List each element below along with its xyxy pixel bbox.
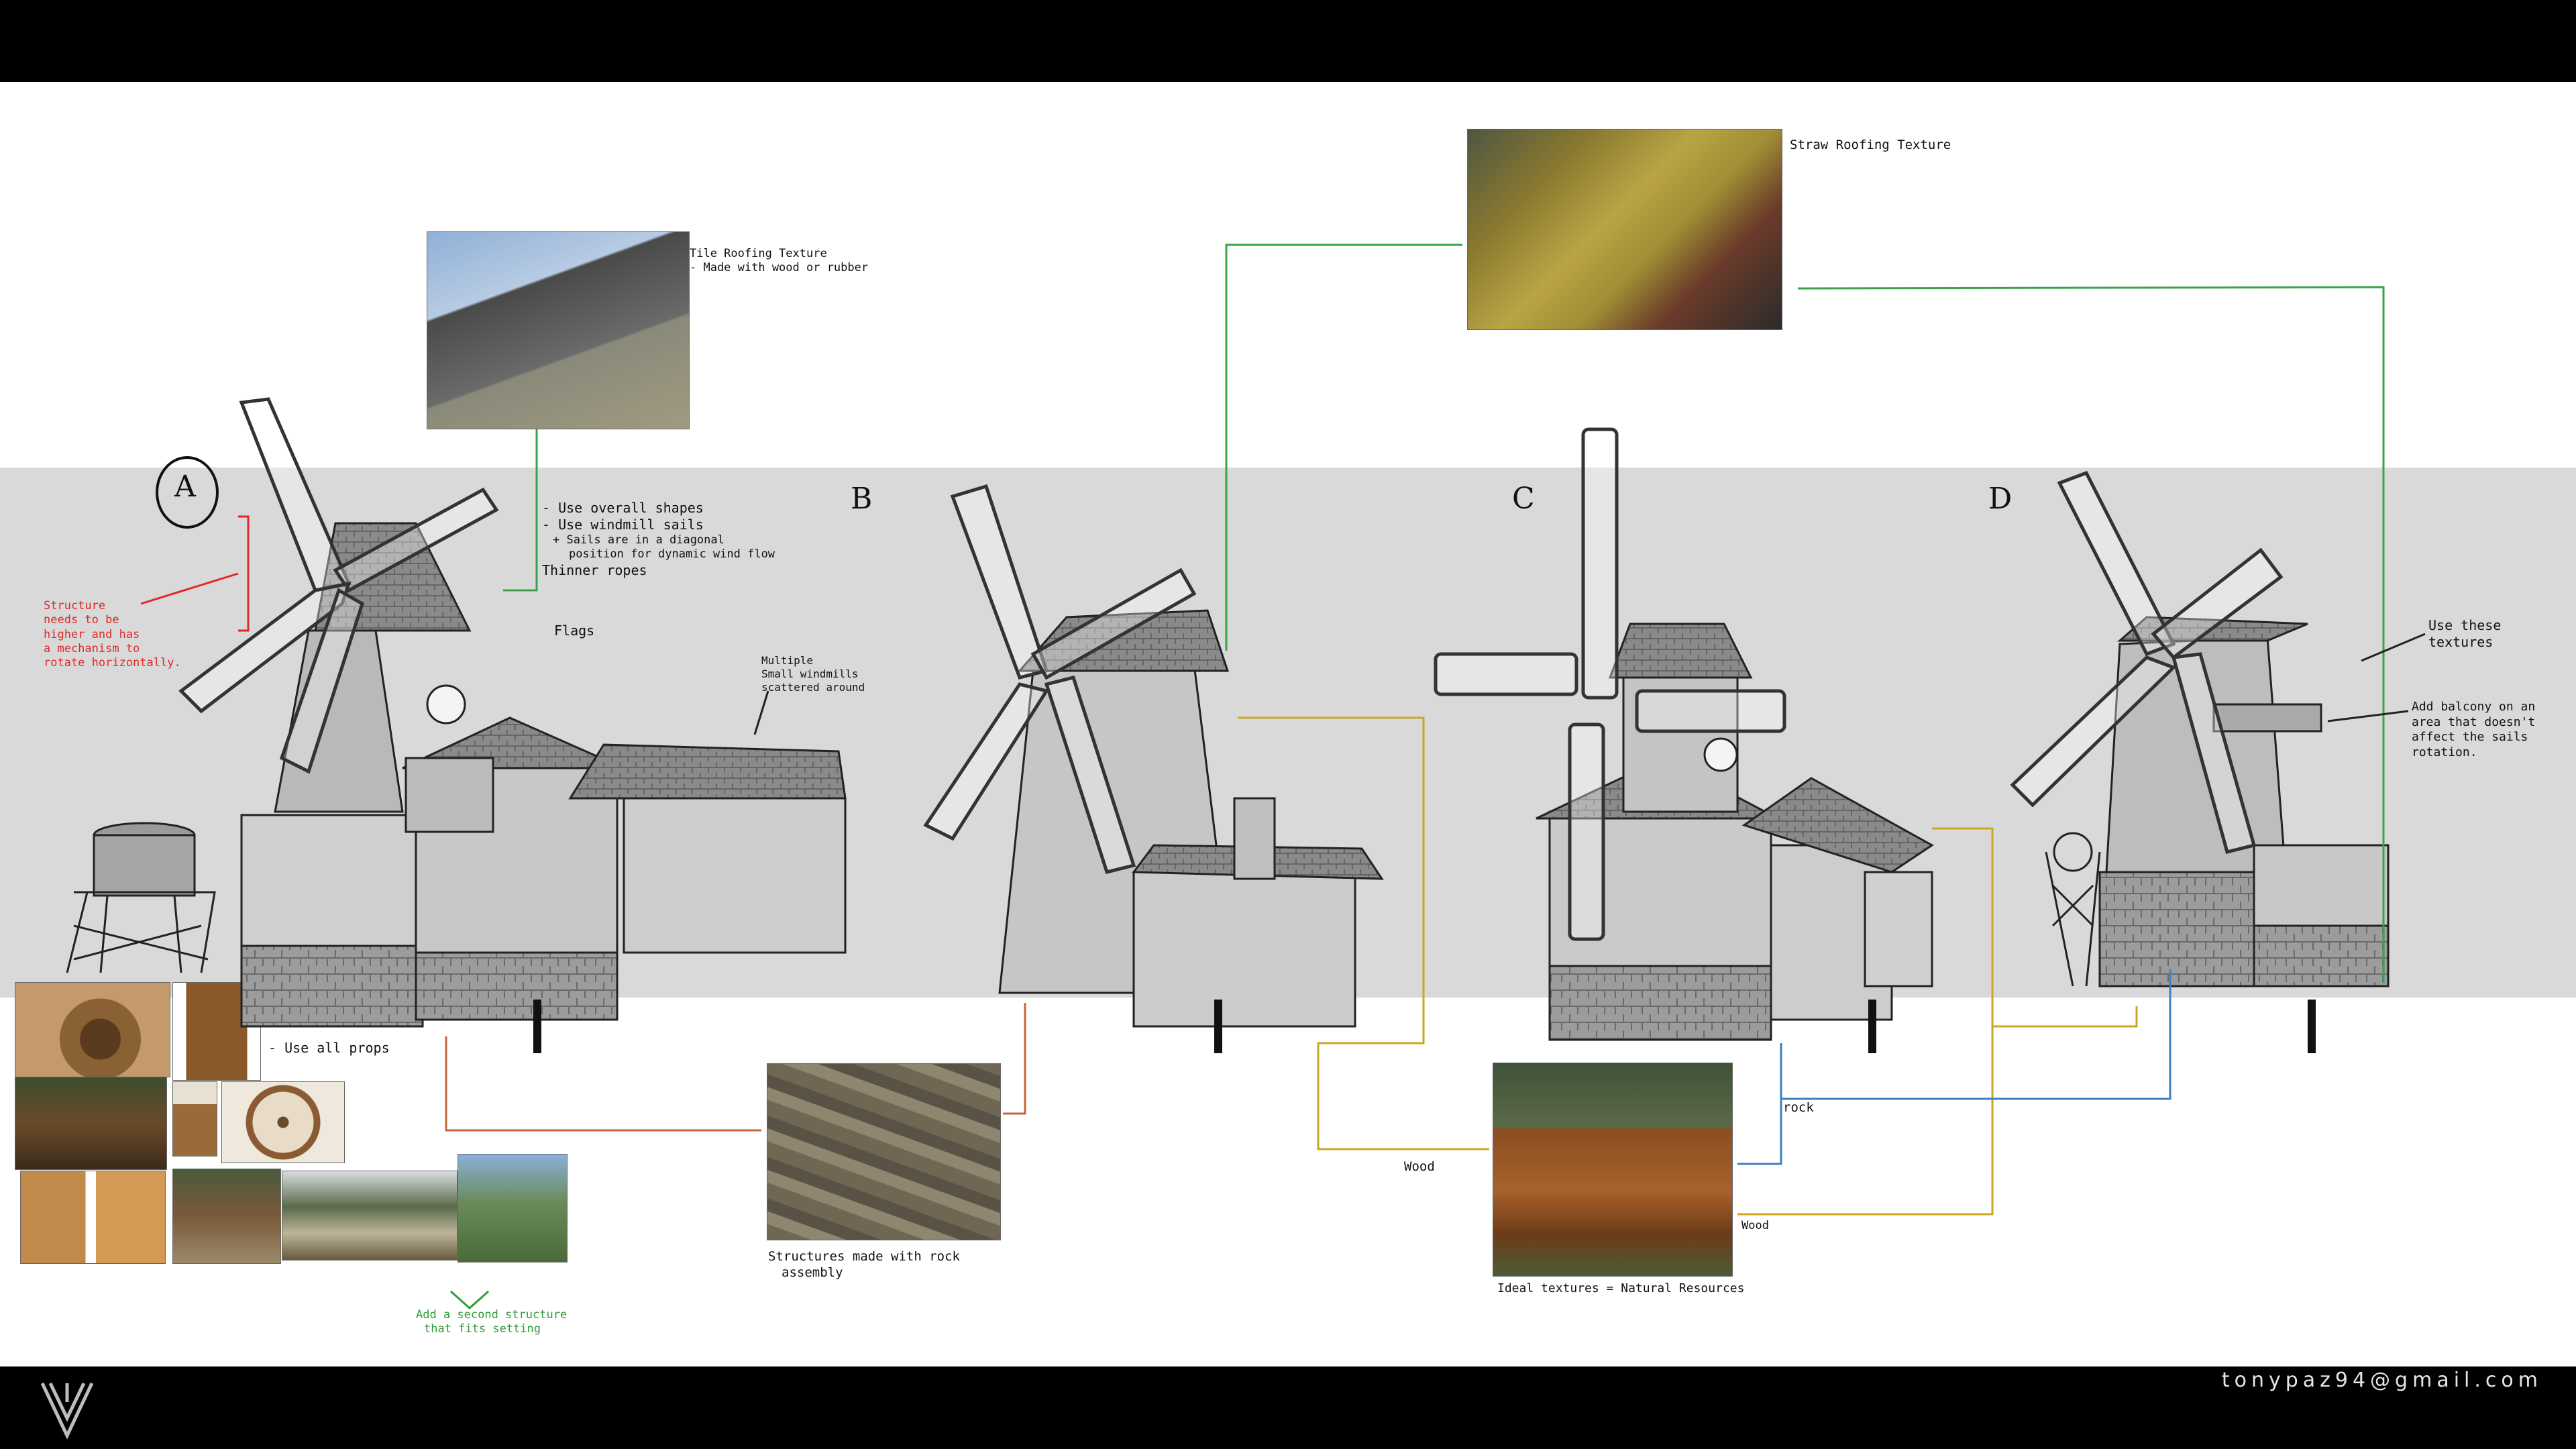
multiple-pointer [753,690,769,735]
tile-connector [503,429,538,592]
ideal-textures-note: Ideal textures = Natural Resources [1497,1281,1745,1295]
red-line-3: higher and has [44,627,140,641]
letter-d: D [1988,482,2012,516]
straw-roof-note: Straw Roofing Texture [1790,138,1951,152]
tile-roof-note: Tile Roofing Texture - Made with wood or… [690,247,868,276]
red-line-4: a mechanism to [44,641,140,655]
second-structure-note: Add a second structure that fits setting [416,1308,567,1337]
windmill-d [2010,470,2390,987]
multiple-windmills-note: Multiple Small windmills scattered aroun… [761,654,865,694]
rock-connector-c [1737,1043,1782,1165]
bottom-letterbox [0,1366,2576,1449]
props-note: - Use all props [268,1040,390,1056]
rock-connector-a [445,1036,761,1132]
use-textures-pointer [2361,633,2426,662]
wood-connector-d [1992,1006,2138,1028]
windmill-c [1434,427,1934,1041]
overall-line-1: - Use overall shapes [542,500,704,516]
multiple-line-2: Small windmills [761,667,859,680]
red-line-1: Structure [44,599,106,612]
ropes-note: Thinner ropes [542,561,647,578]
overall-line-2: - Use windmill sails [542,517,704,533]
windmill-sketches [66,244,2426,1310]
balcony-line-2: area that doesn't [2412,714,2536,729]
balcony-pointer [2327,710,2409,722]
structure-red-note: Structure needs to be higher and has a m… [44,599,181,670]
letter-a: A [174,470,196,504]
use-textures-line-2: textures [2428,634,2493,650]
multiple-line-1: Multiple [761,654,814,667]
green-line-1: Add a second structure [416,1308,568,1322]
windmill-b [923,484,1384,1028]
letter-b: B [851,482,873,516]
rock-assembly-line-2: assembly [782,1265,843,1280]
straw-connector-left [1225,244,1462,651]
tile-roof-title: Tile Roofing Texture [690,247,827,260]
balcony-note: Add balcony on an area that doesn't affe… [2412,700,2535,760]
wood-label-right: Wood [1741,1219,1769,1232]
red-note-bracket [238,515,250,632]
multiple-line-3: scattered around [761,681,865,694]
balcony-line-4: rotation. [2412,745,2477,759]
use-textures-line-1: Use these [2428,617,2502,633]
use-textures-note: Use these textures [2428,617,2501,651]
overall-line-3: + Sails are in a diagonal [553,533,724,547]
red-line-5: rotate horizontally. [44,656,181,669]
rock-assembly-note: Structures made with rock assembly [768,1249,960,1281]
red-line-2: needs to be [44,613,119,627]
flags-note: Flags [554,623,595,639]
balcony-line-1: Add balcony on an [2412,700,2536,714]
letter-c: C [1512,482,1535,516]
overall-line-4: position for dynamic wind flow [569,547,775,561]
checkmark [450,1290,489,1310]
artist-logo-icon [40,1382,94,1440]
tile-roof-sub: - Made with wood or rubber [690,261,869,275]
overall-shapes-note: - Use overall shapes - Use windmill sail… [542,500,775,579]
artist-email: tonypaz94@gmail.com [2221,1368,2542,1392]
rock-assembly-line-1: Structures made with rock [768,1249,960,1264]
rock-connector-b [1003,1003,1026,1115]
wood-label-left: Wood [1404,1159,1435,1174]
rock-label: rock [1783,1100,1814,1115]
balcony-line-3: affect the sails [2412,730,2528,744]
green-line-2: that fits setting [424,1322,541,1336]
